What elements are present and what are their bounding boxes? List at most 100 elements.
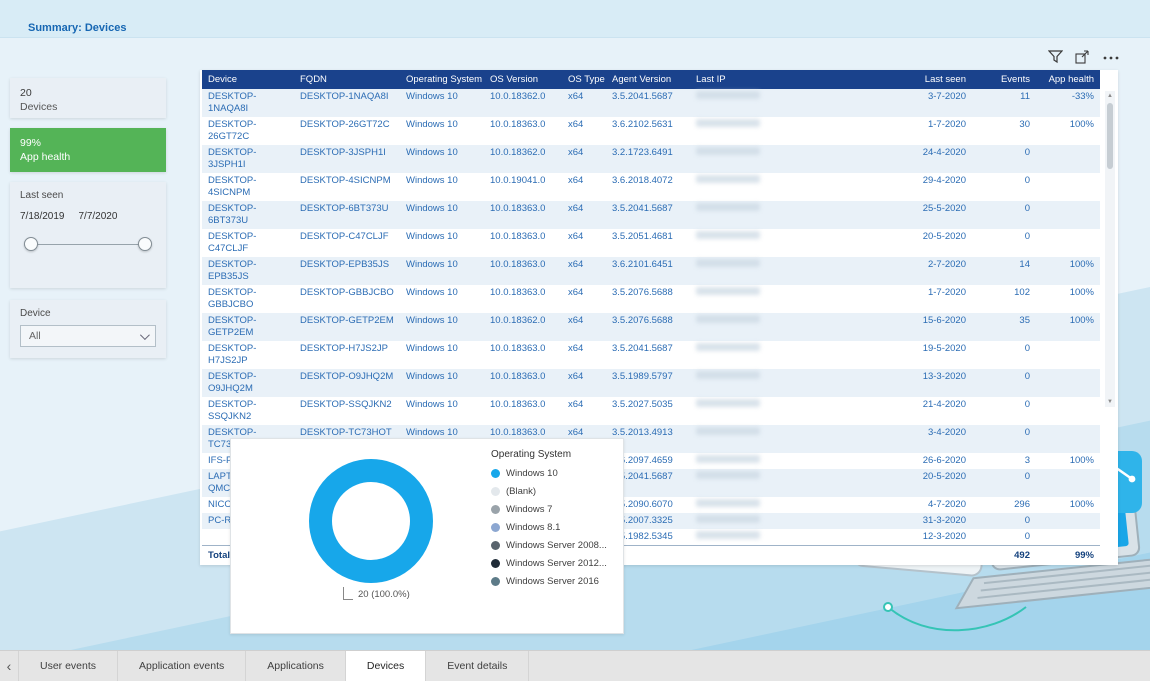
tab-user-events[interactable]: User events — [18, 651, 118, 681]
legend-dot-icon — [491, 523, 500, 532]
redacted-ip-value — [696, 515, 760, 523]
legend-item[interactable]: Windows Server 2016 — [491, 576, 607, 587]
table-row[interactable]: DESKTOP-GBBJCBODESKTOP-GBBJCBOWindows 10… — [202, 285, 1100, 313]
os-donut-chart-visual: 20 (100.0%) Operating System Windows 10(… — [230, 438, 624, 634]
last-seen-slicer: Last seen 7/18/2019 7/7/2020 — [10, 182, 166, 288]
cell-last-ip — [690, 497, 888, 513]
redacted-ip-value — [696, 119, 760, 127]
redacted-ip-value — [696, 91, 760, 99]
cell-last-ip — [690, 425, 888, 453]
focus-mode-icon[interactable] — [1075, 50, 1090, 64]
column-header-events[interactable]: Events — [972, 70, 1036, 89]
redacted-ip-value — [696, 203, 760, 211]
more-options-icon[interactable] — [1102, 50, 1120, 64]
total-events: 492 — [972, 546, 1036, 566]
chart-legend: Operating System Windows 10(Blank)Window… — [491, 449, 607, 594]
cell-last-ip — [690, 229, 888, 257]
table-row[interactable]: DESKTOP-EPB35JSDESKTOP-EPB35JSWindows 10… — [202, 257, 1100, 285]
redacted-ip-value — [696, 455, 760, 463]
column-header-os-version[interactable]: OS Version — [484, 70, 562, 89]
last-seen-start-date[interactable]: 7/18/2019 — [20, 211, 65, 222]
legend-item[interactable]: Windows 8.1 — [491, 522, 607, 533]
table-row[interactable]: DESKTOP-3JSPH1IDESKTOP-3JSPH1IWindows 10… — [202, 145, 1100, 173]
scrollbar-thumb[interactable] — [1107, 103, 1113, 169]
slider-handle-start[interactable] — [24, 237, 38, 251]
table-row[interactable]: DESKTOP-6BT373UDESKTOP-6BT373UWindows 10… — [202, 201, 1100, 229]
column-header-operating-system[interactable]: Operating System — [400, 70, 484, 89]
redacted-ip-value — [696, 343, 760, 351]
table-scrollbar[interactable]: ▲ ▼ — [1105, 91, 1115, 407]
column-header-last-ip[interactable]: Last IP — [690, 70, 888, 89]
filter-icon[interactable] — [1048, 50, 1063, 64]
scroll-down-icon[interactable]: ▼ — [1107, 397, 1113, 407]
table-row[interactable]: DESKTOP-SSQJKN2DESKTOP-SSQJKN2Windows 10… — [202, 397, 1100, 425]
legend-dot-icon — [491, 487, 500, 496]
table-row[interactable]: DESKTOP-4SICNPMDESKTOP-4SICNPMWindows 10… — [202, 173, 1100, 201]
cell-last-ip — [690, 469, 888, 497]
cell-last-ip — [690, 89, 888, 117]
device-slicer-label: Device — [20, 308, 156, 319]
table-row[interactable]: DESKTOP-C47CLJFDESKTOP-C47CLJFWindows 10… — [202, 229, 1100, 257]
label-connector-line — [343, 587, 353, 600]
column-header-last-seen[interactable]: Last seen — [888, 70, 972, 89]
tab-event-details[interactable]: Event details — [426, 651, 529, 681]
redacted-ip-value — [696, 147, 760, 155]
legend-item[interactable]: Windows Server 2012... — [491, 558, 607, 569]
tab-scroll-left-icon[interactable]: ‹ — [0, 651, 18, 681]
legend-item[interactable]: Windows 10 — [491, 468, 607, 479]
cell-last-ip — [690, 369, 888, 397]
table-row[interactable]: DESKTOP-H7JS2JPDESKTOP-H7JS2JPWindows 10… — [202, 341, 1100, 369]
legend-label: Windows Server 2012... — [506, 558, 607, 569]
table-row[interactable]: DESKTOP-O9JHQ2MDESKTOP-O9JHQ2MWindows 10… — [202, 369, 1100, 397]
legend-label: Windows Server 2016 — [506, 576, 599, 587]
devices-count-card: 20 Devices — [10, 78, 166, 118]
last-seen-end-date[interactable]: 7/7/2020 — [79, 211, 118, 222]
donut-ring[interactable] — [309, 459, 433, 583]
last-seen-label: Last seen — [20, 190, 156, 201]
cell-last-ip — [690, 173, 888, 201]
column-header-agent-version[interactable]: Agent Version — [606, 70, 690, 89]
devices-count-label: Devices — [20, 100, 156, 114]
app-health-label: App health — [20, 150, 156, 164]
scrollbar-track[interactable] — [1106, 101, 1114, 397]
redacted-ip-value — [696, 399, 760, 407]
date-range-slider[interactable] — [28, 244, 148, 245]
legend-item[interactable]: (Blank) — [491, 486, 607, 497]
legend-dot-icon — [491, 577, 500, 586]
legend-item[interactable]: Windows 7 — [491, 504, 607, 515]
page-title: Summary: Devices — [28, 22, 126, 34]
tab-devices[interactable]: Devices — [346, 651, 426, 681]
tab-applications[interactable]: Applications — [246, 651, 346, 681]
table-row[interactable]: DESKTOP-1NAQA8IDESKTOP-1NAQA8IWindows 10… — [202, 89, 1100, 117]
column-header-device[interactable]: Device — [202, 70, 294, 89]
tab-application-events[interactable]: Application events — [118, 651, 246, 681]
column-header-os-type[interactable]: OS Type — [562, 70, 606, 89]
table-row[interactable]: DESKTOP-26GT72CDESKTOP-26GT72CWindows 10… — [202, 117, 1100, 145]
device-dropdown[interactable]: All — [20, 325, 156, 347]
redacted-ip-value — [696, 427, 760, 435]
redacted-ip-value — [696, 231, 760, 239]
column-header-fqdn[interactable]: FQDN — [294, 70, 400, 89]
cell-last-ip — [690, 201, 888, 229]
legend-label: Windows 7 — [506, 504, 552, 515]
cell-last-ip — [690, 117, 888, 145]
redacted-ip-value — [696, 499, 760, 507]
redacted-ip-value — [696, 259, 760, 267]
scroll-up-icon[interactable]: ▲ — [1107, 91, 1113, 101]
slider-handle-end[interactable] — [138, 237, 152, 251]
legend-item[interactable]: Windows Server 2008... — [491, 540, 607, 551]
cell-last-ip — [690, 341, 888, 369]
legend-dot-icon — [491, 505, 500, 514]
column-header-app-health[interactable]: App health — [1036, 70, 1100, 89]
report-tab-bar: ‹ User eventsApplication eventsApplicati… — [0, 650, 1150, 681]
cell-last-ip — [690, 513, 888, 529]
redacted-ip-value — [696, 287, 760, 295]
title-band — [0, 0, 1150, 38]
legend-dot-icon — [491, 469, 500, 478]
app-health-value: 99% — [20, 136, 156, 150]
table-row[interactable]: DESKTOP-GETP2EMDESKTOP-GETP2EMWindows 10… — [202, 313, 1100, 341]
devices-count-value: 20 — [20, 86, 156, 100]
redacted-ip-value — [696, 531, 760, 539]
legend-dot-icon — [491, 559, 500, 568]
cell-last-ip — [690, 257, 888, 285]
